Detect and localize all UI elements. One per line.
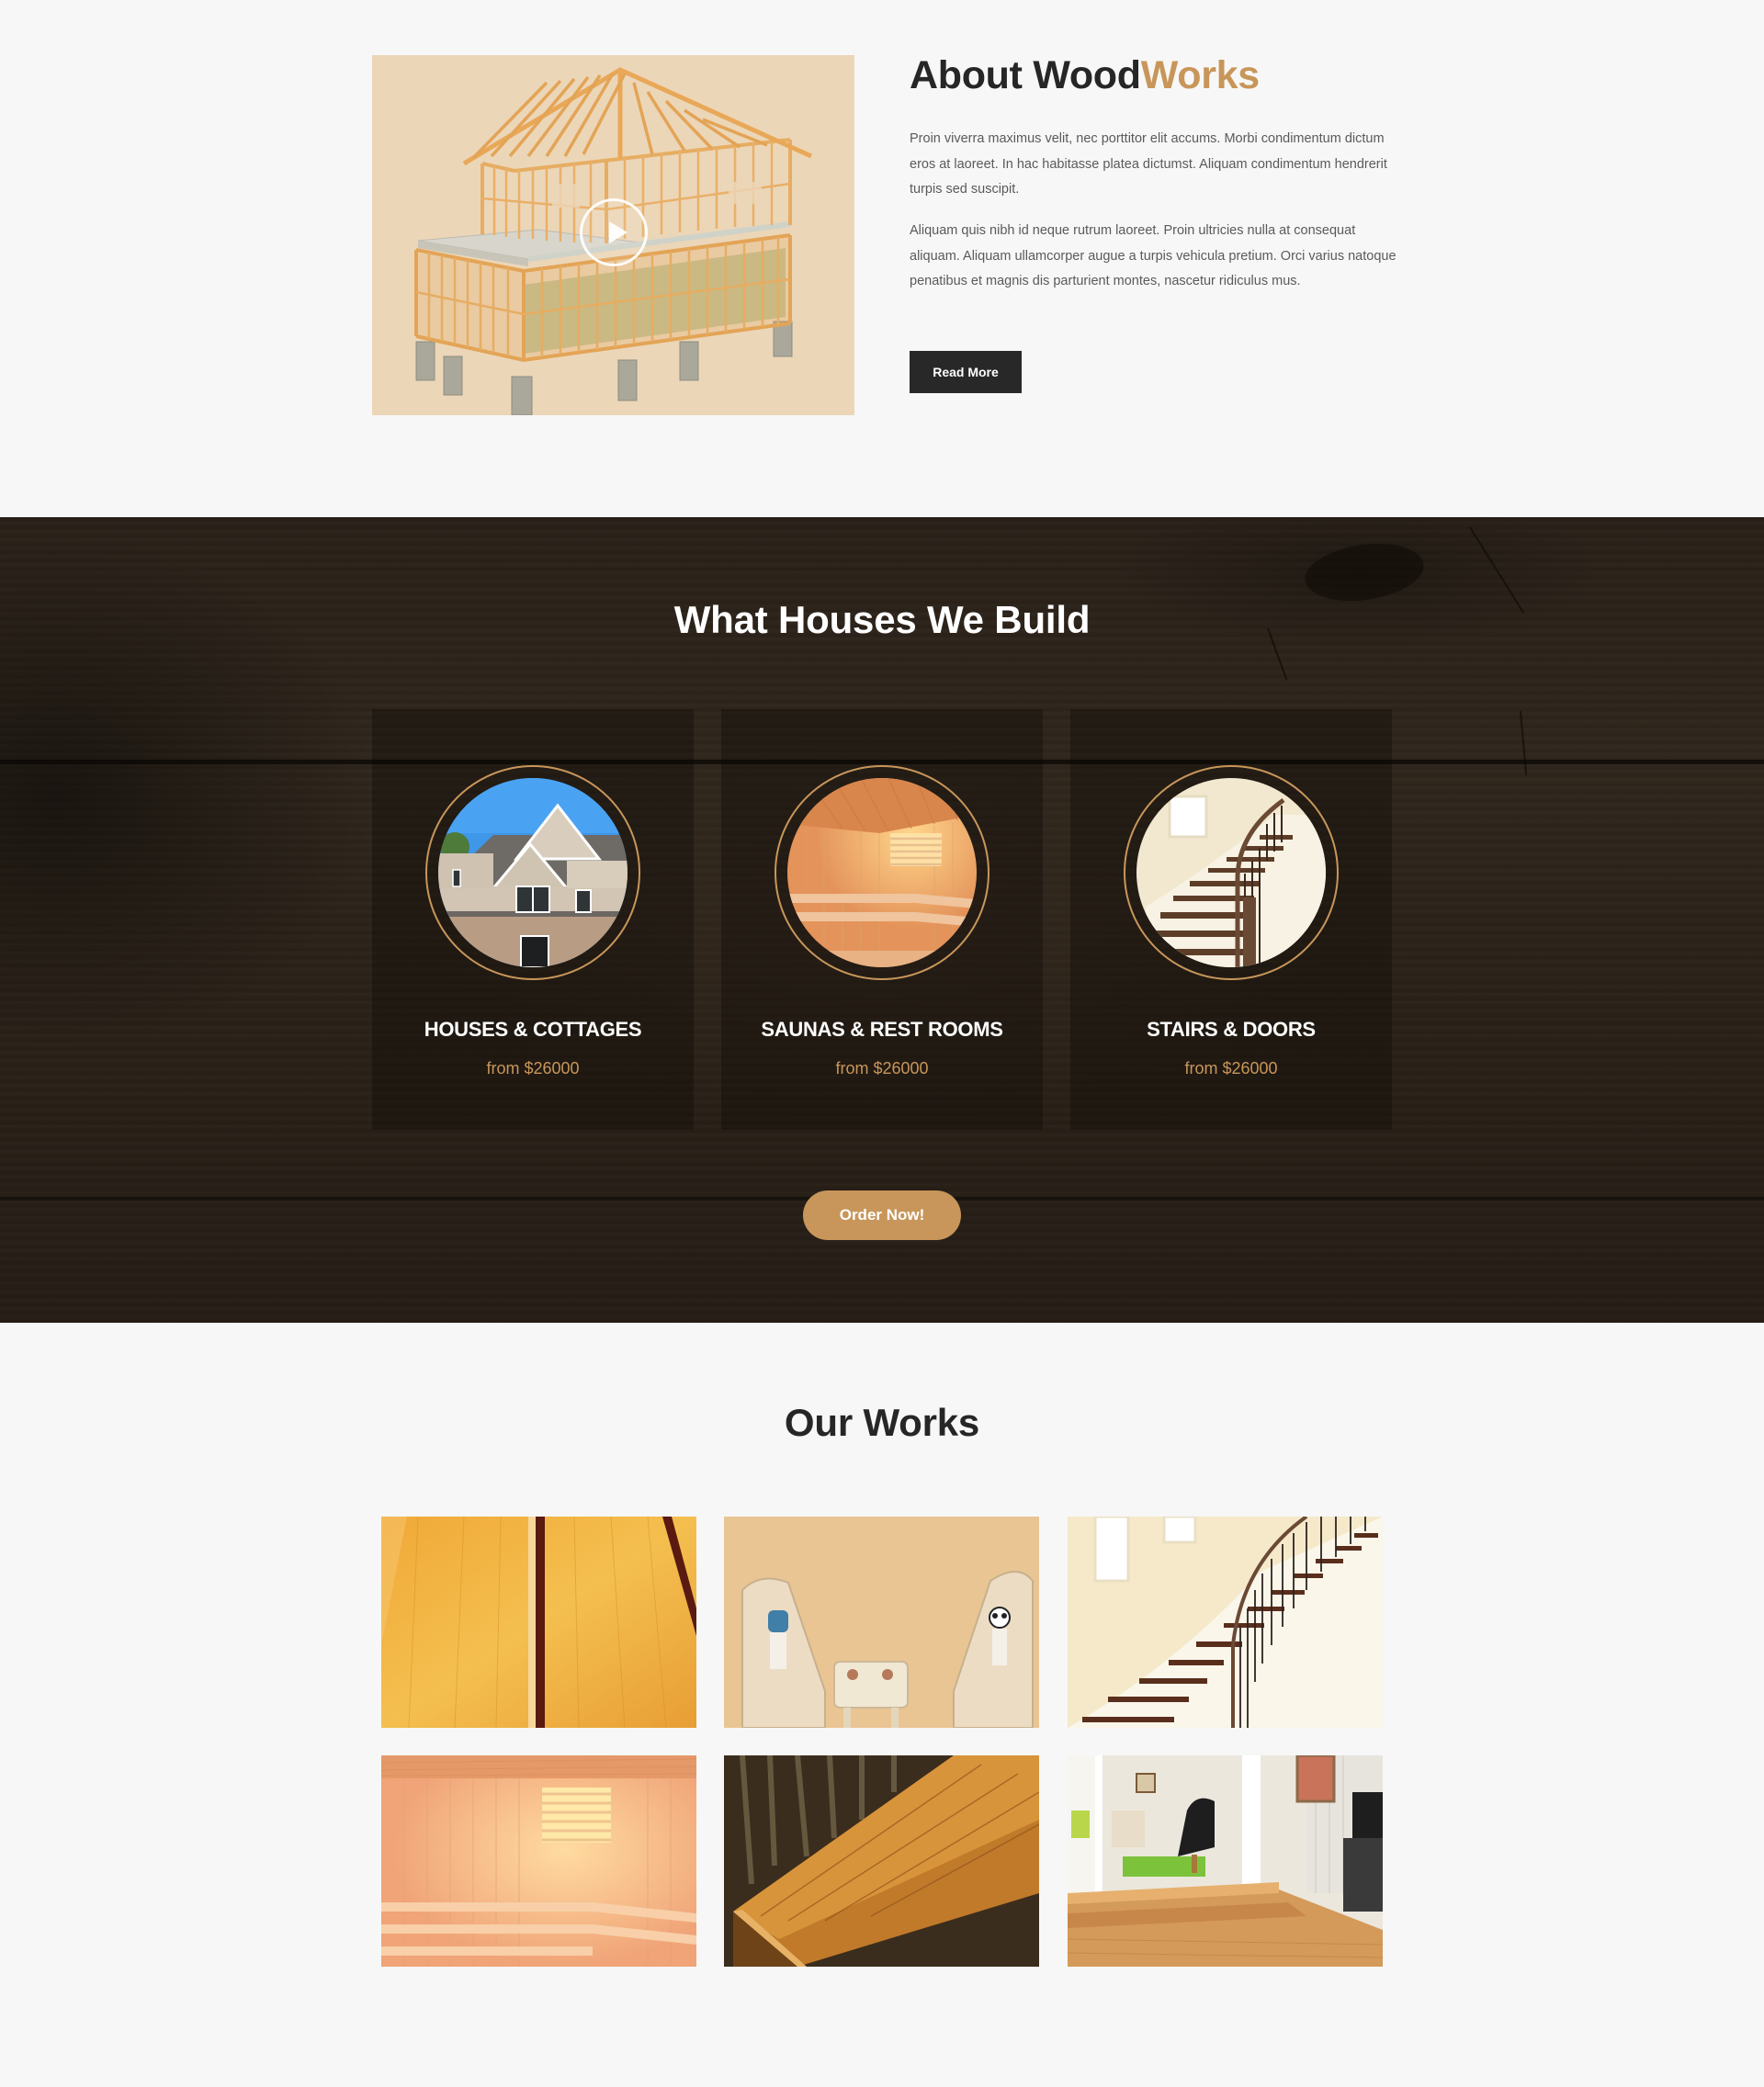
service-image-ring [1124, 765, 1339, 980]
about-section: About WoodWorks Proin viverra maximus ve… [0, 0, 1764, 517]
wooden-tabletop-image [724, 1755, 1039, 1967]
curved-staircase-image [1068, 1517, 1383, 1728]
portfolio-section: Our Works [0, 1323, 1764, 2087]
kids-furniture-image [724, 1517, 1039, 1728]
service-card-houses[interactable]: HOUSES & COTTAGES from $26000 [372, 709, 694, 1130]
about-title-main: About Wood [910, 53, 1141, 97]
service-title: SAUNAS & REST ROOMS [761, 1018, 1003, 1041]
service-price: from $26000 [835, 1059, 929, 1077]
read-more-button[interactable]: Read More [910, 351, 1022, 393]
service-image-ring [425, 765, 640, 980]
suburban-house-image [438, 778, 628, 967]
service-title: HOUSES & COTTAGES [424, 1018, 642, 1041]
portfolio-item-living-room-steps[interactable] [1068, 1755, 1383, 1967]
services-section: What Houses We Build HOUSES & COTTAGES f… [0, 517, 1764, 1323]
about-title: About WoodWorks [910, 53, 1260, 98]
play-button[interactable] [580, 198, 648, 266]
order-now-button[interactable]: Order Now! [803, 1190, 961, 1240]
portfolio-item-kids-furniture[interactable] [724, 1517, 1039, 1728]
wooden-sauna-image [787, 778, 977, 967]
about-video[interactable] [372, 55, 854, 415]
portfolio-item-sauna-interior[interactable] [381, 1755, 696, 1967]
living-room-steps-image [1068, 1755, 1383, 1967]
about-title-accent: Works [1140, 53, 1260, 97]
spiral-staircase-image [1136, 778, 1326, 967]
service-card-saunas[interactable]: SAUNAS & REST ROOMS from $26000 [721, 709, 1043, 1130]
portfolio-item-wood-planks[interactable] [381, 1517, 696, 1728]
service-title: STAIRS & DOORS [1147, 1018, 1316, 1041]
portfolio-item-wooden-tabletop[interactable] [724, 1755, 1039, 1967]
service-image-ring [775, 765, 989, 980]
portfolio-title: Our Works [784, 1401, 980, 1444]
wood-planks-image [381, 1517, 696, 1728]
service-card-stairs[interactable]: STAIRS & DOORS from $26000 [1070, 709, 1392, 1130]
sauna-interior-image [381, 1755, 696, 1967]
about-paragraph-1: Proin viverra maximus velit, nec porttit… [910, 131, 1387, 197]
service-price: from $26000 [486, 1059, 580, 1077]
about-paragraph-2: Aliquam quis nibh id neque rutrum laoree… [910, 223, 1396, 288]
services-title: What Houses We Build [673, 598, 1091, 641]
portfolio-item-curved-staircase[interactable] [1068, 1517, 1383, 1728]
play-icon [609, 221, 628, 243]
service-price: from $26000 [1184, 1059, 1278, 1077]
wood-scratch [1520, 710, 1528, 775]
